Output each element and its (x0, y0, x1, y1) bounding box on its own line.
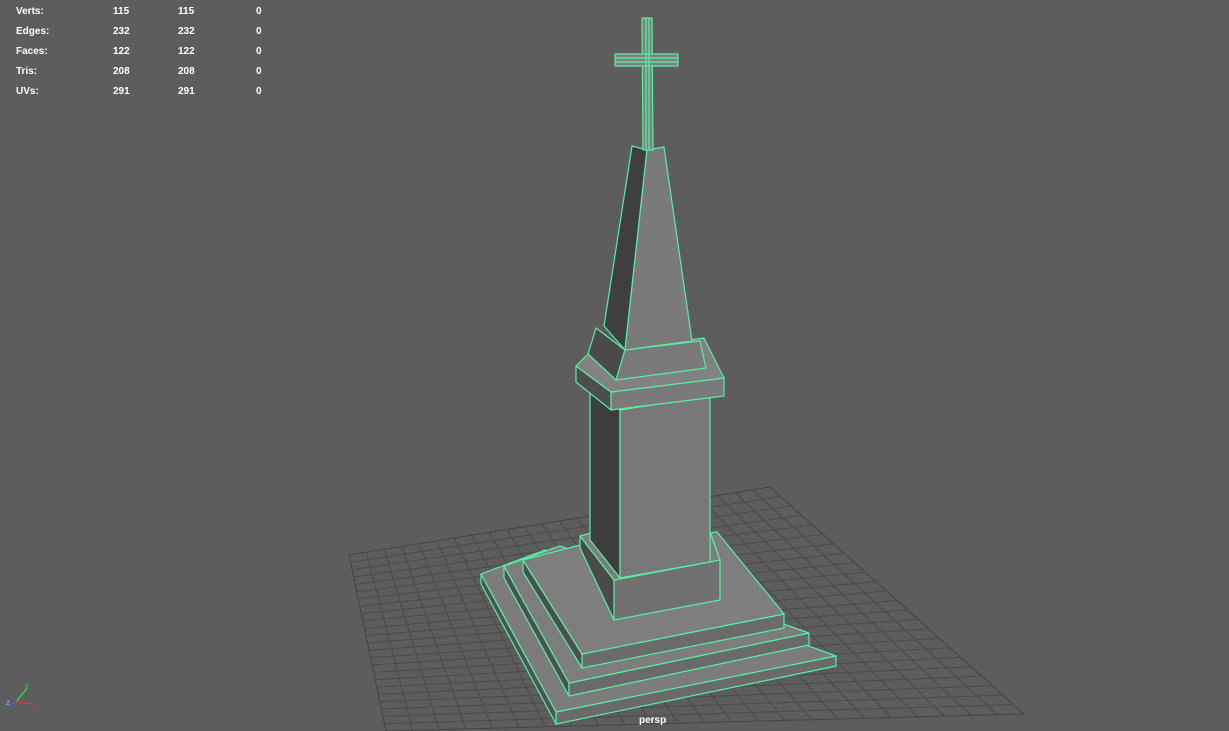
hud-label: Edges: (16, 26, 50, 37)
hud-row-tris: Tris: 208 208 0 (16, 62, 266, 82)
hud-value-selected: 0 (256, 46, 262, 57)
axis-x-line (15, 701, 33, 705)
hud-value-selected: 0 (256, 66, 262, 77)
axis-gizmo-icon: y x z (6, 681, 37, 710)
hud-value-scene: 291 (113, 86, 130, 97)
hud-label: Faces: (16, 46, 48, 57)
hud-row-uvs: UVs: 291 291 0 (16, 82, 266, 102)
monument-mesh[interactable] (480, 17, 837, 725)
axis-z-label: z (6, 698, 10, 707)
hud-value-object: 122 (178, 46, 195, 57)
hud-value-object: 115 (178, 6, 195, 17)
viewport-scene[interactable] (0, 0, 1229, 731)
hud-value-scene: 115 (113, 6, 130, 17)
hud-value-selected: 0 (256, 86, 262, 97)
hud-value-object: 208 (178, 66, 195, 77)
hud-row-faces: Faces: 122 122 0 (16, 42, 266, 62)
axis-z-line (8, 701, 17, 707)
hud-row-edges: Edges: 232 232 0 (16, 22, 266, 42)
camera-name-label: persp (639, 715, 667, 726)
grid-line (384, 704, 1014, 725)
hud-value-selected: 0 (256, 26, 262, 37)
hud-value-scene: 208 (113, 66, 130, 77)
hud-value-scene: 232 (113, 26, 130, 37)
hud-label: Tris: (16, 66, 38, 77)
hud-label: UVs: (16, 86, 39, 97)
3d-viewport[interactable]: Verts: 115 115 0 Edges: 232 232 0 Faces:… (0, 0, 1229, 731)
hud-value-selected: 0 (256, 6, 262, 17)
axis-x-label: x (33, 702, 37, 710)
poly-count-hud: Verts: 115 115 0 Edges: 232 232 0 Faces:… (16, 2, 266, 102)
hud-value-scene: 122 (113, 46, 130, 57)
axis-y-line (15, 687, 28, 703)
hud-value-object: 232 (178, 26, 195, 37)
hud-label: Verts: (16, 6, 44, 17)
cross-vertical (641, 17, 654, 151)
shaft-front-face (619, 395, 711, 579)
axis-y-label: y (25, 681, 29, 690)
hud-row-verts: Verts: 115 115 0 (16, 2, 266, 22)
hud-value-object: 291 (178, 86, 195, 97)
